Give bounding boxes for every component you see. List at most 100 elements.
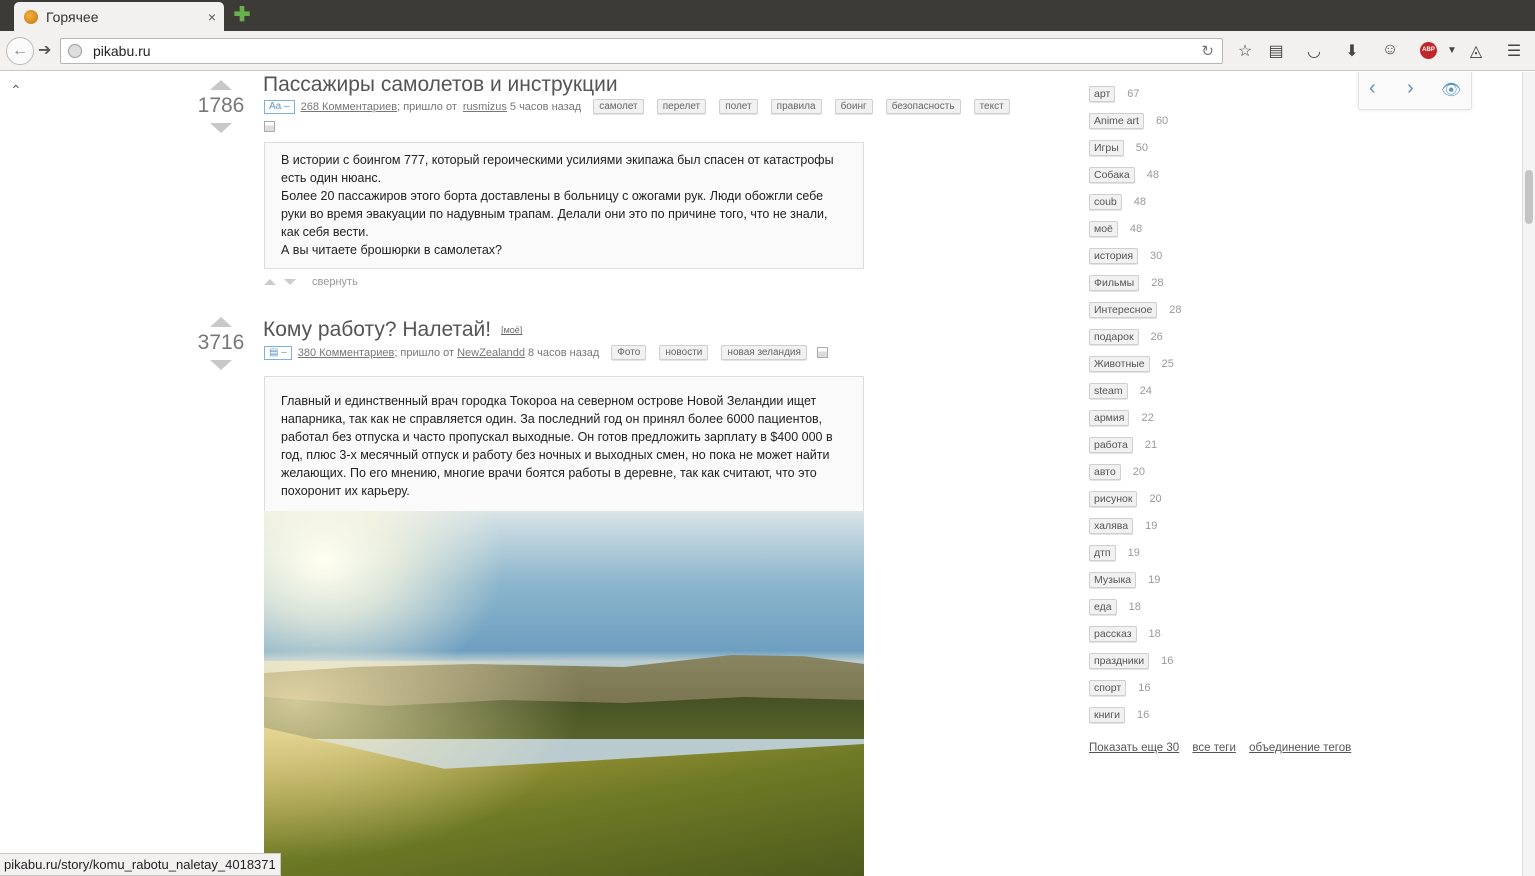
tag[interactable]: самолет bbox=[593, 99, 644, 114]
tag[interactable]: безопасность bbox=[885, 99, 961, 114]
sidebar-tag-row: Собака 48 bbox=[1089, 167, 1159, 183]
tag[interactable]: текст bbox=[973, 99, 1010, 114]
save-icon[interactable] bbox=[264, 121, 275, 132]
sidebar-tag[interactable]: работа bbox=[1089, 437, 1133, 453]
download-icon[interactable]: ⬇ bbox=[1341, 41, 1363, 61]
story-paragraph: А вы читаете брошюрки в самолетах? bbox=[281, 243, 502, 257]
sidebar-tag-count: 16 bbox=[1138, 682, 1151, 694]
comments-link[interactable]: 380 Комментариев bbox=[298, 347, 395, 359]
back-icon[interactable]: ← bbox=[6, 37, 34, 65]
sidebar-tag[interactable]: армия bbox=[1089, 410, 1130, 426]
show-more-link[interactable]: Показать еще 30 bbox=[1089, 742, 1179, 754]
sidebar-tag-count: 24 bbox=[1139, 385, 1152, 397]
sidebar-tag[interactable]: авто bbox=[1089, 464, 1121, 480]
chat-icon[interactable]: ☺ bbox=[1379, 41, 1401, 59]
story-photo[interactable] bbox=[264, 511, 864, 876]
sidebar-tag[interactable]: coub bbox=[1089, 194, 1122, 210]
tag[interactable]: новости bbox=[659, 345, 709, 360]
chevron-down-icon[interactable]: ▼ bbox=[1441, 45, 1463, 56]
sidebar-tag[interactable]: подарок bbox=[1089, 329, 1139, 345]
prev-icon[interactable]: ‹ bbox=[1369, 77, 1376, 100]
sidebar-tag-count: 19 bbox=[1145, 520, 1158, 532]
tag[interactable]: боинг bbox=[834, 99, 873, 114]
collapse-link[interactable]: свернуть bbox=[312, 276, 358, 288]
sidebar-tag[interactable]: steam bbox=[1089, 383, 1128, 399]
sidebar-tag[interactable]: еда bbox=[1089, 599, 1117, 615]
sidebar-tag-count: 19 bbox=[1148, 574, 1161, 586]
sync-icon[interactable]: ◬ bbox=[1465, 41, 1487, 61]
tab-active[interactable]: Горячее × bbox=[14, 2, 224, 31]
sidebar-tag-row: дтп 19 bbox=[1089, 545, 1140, 561]
status-bar: pikabu.ru/story/komu_rabotu_naletay_4018… bbox=[0, 853, 281, 876]
forward-icon[interactable]: ➔ bbox=[38, 40, 51, 60]
comments-link[interactable]: 268 Комментариев bbox=[301, 101, 398, 113]
mine-label[interactable]: [моё] bbox=[501, 325, 522, 335]
story-text: Главный и единственный врач городка Токо… bbox=[264, 376, 864, 512]
reading-list-icon[interactable]: ▤ bbox=[1265, 41, 1287, 61]
small-upvote-icon[interactable] bbox=[264, 279, 276, 285]
tag[interactable]: новая зеландия bbox=[721, 345, 807, 360]
sidebar-tag[interactable]: дтп bbox=[1089, 545, 1116, 561]
photo-glow bbox=[264, 661, 584, 861]
sidebar-tag[interactable]: Anime art bbox=[1089, 113, 1144, 129]
sidebar-tag[interactable]: Фильмы bbox=[1089, 275, 1140, 291]
close-icon[interactable]: × bbox=[208, 9, 216, 25]
sidebar-tag[interactable]: Музыка bbox=[1089, 572, 1137, 588]
sidebar-tag[interactable]: арт bbox=[1089, 86, 1116, 102]
scrollbar[interactable] bbox=[1522, 72, 1535, 876]
all-tags-link[interactable]: все теги bbox=[1192, 742, 1235, 754]
scroll-thumb[interactable] bbox=[1525, 170, 1533, 224]
save-icon[interactable] bbox=[816, 347, 828, 358]
sidebar-tag[interactable]: халява bbox=[1089, 518, 1134, 534]
sidebar-tag[interactable]: Интересное bbox=[1089, 302, 1158, 318]
downvote-icon[interactable] bbox=[210, 123, 232, 133]
sidebar-tag[interactable]: спорт bbox=[1089, 680, 1127, 696]
sidebar-tag-row: моё 48 bbox=[1089, 221, 1142, 237]
scroll-top-icon[interactable]: ⌃ bbox=[10, 82, 22, 99]
downvote-icon[interactable] bbox=[210, 360, 232, 370]
sidebar-tag-count: 25 bbox=[1161, 358, 1174, 370]
sidebar-tag[interactable]: книги bbox=[1089, 707, 1125, 723]
story-tags: Фото новости новая зеландия bbox=[601, 345, 807, 360]
url-text[interactable]: pikabu.ru bbox=[93, 43, 151, 59]
sidebar-tag[interactable]: рассказ bbox=[1089, 626, 1137, 642]
text-type-badge[interactable]: Aa – bbox=[264, 99, 295, 114]
sidebar-tag[interactable]: рисунок bbox=[1089, 491, 1138, 507]
upvote-icon[interactable] bbox=[210, 80, 232, 90]
pocket-icon[interactable]: ◡ bbox=[1303, 41, 1325, 61]
tag[interactable]: полет bbox=[719, 99, 758, 114]
sidebar-tag-row: еда 18 bbox=[1089, 599, 1141, 615]
tag[interactable]: перелет bbox=[656, 99, 707, 114]
adblock-icon[interactable]: ABP bbox=[1420, 42, 1437, 59]
sidebar-tag-count: 18 bbox=[1148, 628, 1161, 640]
new-tab-icon[interactable]: ✚ bbox=[232, 5, 252, 25]
sidebar-tag-row: Игры 50 bbox=[1089, 140, 1148, 156]
url-bar[interactable]: pikabu.ru ↻ bbox=[60, 38, 1223, 64]
sidebar-tag[interactable]: история bbox=[1089, 248, 1139, 264]
sidebar-tag[interactable]: моё bbox=[1089, 221, 1118, 237]
sidebar-tag[interactable]: Животные bbox=[1089, 356, 1150, 372]
sidebar-tag-row: спорт 16 bbox=[1089, 680, 1150, 696]
story-title[interactable]: Пассажиры самолетов и инструкции bbox=[263, 73, 618, 97]
tag[interactable]: правила bbox=[770, 99, 822, 114]
story-title[interactable]: Кому работу? Налетай! bbox=[263, 318, 491, 341]
sidebar-tag-row: рассказ 18 bbox=[1089, 626, 1161, 642]
reload-icon[interactable]: ↻ bbox=[1201, 42, 1214, 60]
photo-type-badge[interactable]: ▤ – bbox=[264, 345, 292, 360]
author-link[interactable]: rusmizus bbox=[463, 101, 507, 113]
hide-icon[interactable]: 👁 bbox=[1441, 80, 1461, 100]
small-downvote-icon[interactable] bbox=[284, 279, 296, 285]
next-icon[interactable]: › bbox=[1407, 77, 1414, 100]
sidebar-tag-row: работа 21 bbox=[1089, 437, 1157, 453]
sidebar-tag[interactable]: праздники bbox=[1089, 653, 1150, 669]
sidebar-tag[interactable]: Игры bbox=[1089, 140, 1124, 156]
sidebar-tag-row: армия 22 bbox=[1089, 410, 1154, 426]
author-link[interactable]: NewZealandd bbox=[457, 347, 525, 359]
upvote-icon[interactable] bbox=[210, 317, 232, 327]
tag[interactable]: Фото bbox=[611, 345, 647, 360]
menu-icon[interactable]: ☰ bbox=[1503, 41, 1525, 61]
sidebar-tag-count: 48 bbox=[1133, 196, 1147, 208]
merge-tags-link[interactable]: объединение тегов bbox=[1249, 742, 1351, 754]
star-icon[interactable]: ☆ bbox=[1234, 41, 1256, 61]
sidebar-tag[interactable]: Собака bbox=[1089, 167, 1135, 183]
